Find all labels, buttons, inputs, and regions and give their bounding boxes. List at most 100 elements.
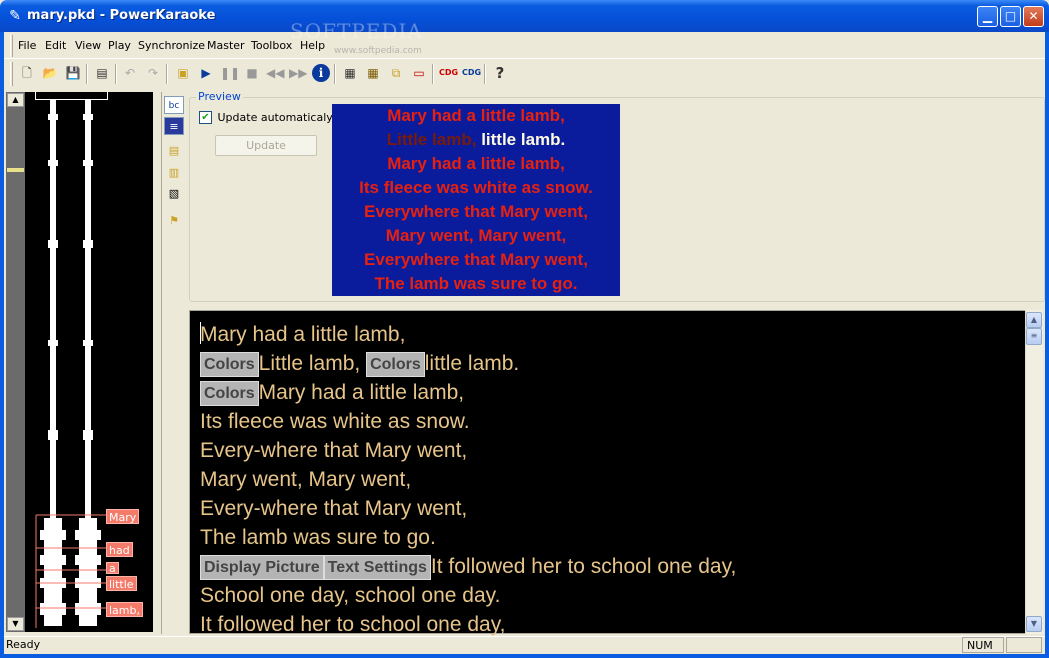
sync-settings-icon[interactable]: ▦ <box>364 64 382 82</box>
lyric-text: The lamb was sure to go. <box>200 526 436 549</box>
lyric-line[interactable]: School one day, school one day. <box>200 581 500 610</box>
fast-forward-icon[interactable]: ▶▶ <box>289 64 307 82</box>
preview-lyric-line: Mary went, Mary went, <box>332 224 620 248</box>
marker-icon[interactable]: ⧉ <box>387 64 405 82</box>
menu-view[interactable]: View <box>75 39 101 52</box>
open-project-icon[interactable]: ▣ <box>174 64 192 82</box>
preview-toggle-icon[interactable]: ≡ <box>164 117 184 135</box>
lyric-text: Every-where that Mary went, <box>200 497 468 520</box>
undo-icon[interactable]: ↶ <box>121 64 139 82</box>
lyric-command-tag[interactable]: Text Settings <box>323 554 431 580</box>
status-text: Ready <box>6 638 41 651</box>
scroll-up-icon[interactable]: ▲ <box>1026 312 1042 328</box>
menu-grip[interactable] <box>10 35 13 57</box>
preview-lyric-segment: The lamb was sure to go. <box>374 274 578 293</box>
print-icon[interactable]: ▤ <box>93 64 111 82</box>
preview-lyric-line: The lamb was sure to go. <box>332 272 620 296</box>
lyric-command-tag[interactable]: Colors <box>200 351 259 377</box>
export-icon[interactable]: ▥ <box>164 164 184 182</box>
lyric-command-tag[interactable]: Colors <box>200 380 259 406</box>
lyric-line[interactable]: The lamb was sure to go. <box>200 523 436 552</box>
pause-icon[interactable]: ❚❚ <box>220 64 240 82</box>
lyric-line[interactable]: Mary went, Mary went, <box>200 465 411 494</box>
preview-lyric-line: Everywhere that Mary went, <box>332 200 620 224</box>
preview-lyric-segment: little lamb. <box>481 130 566 149</box>
window-frame-right <box>1045 32 1049 658</box>
window-frame-left <box>0 32 4 658</box>
menu-master[interactable]: Master <box>207 39 245 52</box>
waveform-word-label[interactable]: Mary <box>106 509 140 524</box>
stop-icon[interactable]: ■ <box>243 64 261 82</box>
paste-icon[interactable]: ▧ <box>164 185 184 203</box>
lyric-text: It followed her to school one day, <box>430 555 737 578</box>
menu-file[interactable]: File <box>18 39 36 52</box>
waveform-word-label[interactable]: a <box>106 562 119 574</box>
scroll-up-icon[interactable]: ▲ <box>7 93 24 107</box>
new-file-icon[interactable]: 🗋 <box>18 64 36 82</box>
record-icon[interactable]: ▭ <box>410 64 428 82</box>
waveform-word-label[interactable]: had <box>106 542 133 557</box>
properties-icon[interactable]: ▦ <box>341 64 359 82</box>
lyric-line[interactable]: Display Picture Text Settings It followed … <box>200 552 736 581</box>
text-format-icon[interactable]: bc <box>164 96 184 114</box>
scroll-thumb[interactable]: ≡ <box>1026 328 1042 345</box>
lyric-command-tag[interactable]: Colors <box>366 351 425 377</box>
waveform-range-marker <box>35 92 108 100</box>
menu-play[interactable]: Play <box>108 39 131 52</box>
maximize-button[interactable]: □ <box>1000 6 1021 27</box>
lyric-text: Mary had a little lamb, <box>258 381 465 404</box>
lyric-text: Every-where that Mary went, <box>200 439 468 462</box>
cdg-export-icon[interactable]: CDG <box>439 64 458 82</box>
lyric-line[interactable]: Its fleece was white as snow. <box>200 407 470 436</box>
lyric-line[interactable]: Colors Little lamb, Colors little lamb. <box>200 349 519 378</box>
lyric-line[interactable]: Every-where that Mary went, <box>200 494 467 523</box>
lyric-text: Little lamb, <box>258 352 367 375</box>
close-button[interactable]: ✕ <box>1023 6 1044 27</box>
lyric-text: little lamb. <box>424 352 520 375</box>
waveform-word-label[interactable]: lamb, <box>106 602 143 617</box>
update-automatically-checkbox[interactable]: ✔ Update automaticaly <box>199 110 333 124</box>
toolbar-separator <box>334 64 336 84</box>
cdg-play-icon[interactable]: CDG <box>462 64 481 82</box>
waveform-graphic <box>35 100 106 628</box>
preview-lyric-line: Mary had a little lamb, <box>332 152 620 176</box>
lyric-line[interactable]: It followed her to school one day, <box>200 610 505 639</box>
toolbar-separator <box>86 64 88 84</box>
preview-lyric-line: Little lamb, little lamb. <box>332 128 620 152</box>
preview-lyric-segment: Mary had a little lamb, <box>387 154 565 173</box>
checkmark-icon[interactable]: ✔ <box>199 110 212 124</box>
lyrics-scrollbar[interactable] <box>1025 310 1043 634</box>
open-folder-icon[interactable]: 📂 <box>41 64 59 82</box>
lyric-line[interactable]: Mary had a little lamb, <box>200 320 405 349</box>
toolbar-separator <box>432 64 434 84</box>
redo-icon[interactable]: ↷ <box>144 64 162 82</box>
scroll-down-icon[interactable]: ▼ <box>7 617 24 631</box>
lyric-line[interactable]: Every-where that Mary went, <box>200 436 467 465</box>
rewind-icon[interactable]: ◀◀ <box>266 64 284 82</box>
waveform-position-thumb[interactable] <box>7 168 24 172</box>
waveform-word-label[interactable]: little <box>106 576 137 591</box>
menu-synchronize[interactable]: Synchronize <box>138 39 205 52</box>
play-icon[interactable]: ▶ <box>197 64 215 82</box>
waveform-scrollbar[interactable] <box>6 92 25 632</box>
lyric-command-tag[interactable]: Display Picture <box>200 554 324 580</box>
menu-edit[interactable]: Edit <box>45 39 66 52</box>
flag-icon[interactable]: ⚑ <box>164 212 184 230</box>
menu-help[interactable]: Help <box>300 39 325 52</box>
menu-toolbox[interactable]: Toolbox <box>251 39 292 52</box>
scroll-down-icon[interactable]: ▼ <box>1026 616 1042 632</box>
help-icon[interactable]: ? <box>491 64 509 82</box>
preview-legend: Preview <box>196 90 243 103</box>
text-cursor <box>200 322 201 344</box>
toolbar-separator <box>484 64 486 84</box>
toolbar-grip[interactable] <box>10 62 13 86</box>
update-button[interactable]: Update <box>215 135 317 156</box>
lyric-line[interactable]: Colors Mary had a little lamb, <box>200 378 464 407</box>
save-icon[interactable]: 💾 <box>64 64 82 82</box>
preview-lyric-segment: Everywhere that Mary went, <box>364 202 588 221</box>
lyric-text: Mary went, Mary went, <box>200 468 412 491</box>
import-icon[interactable]: ▤ <box>164 142 184 160</box>
app-icon[interactable]: ✎ <box>6 7 24 25</box>
minimize-button[interactable]: ▁ <box>977 6 998 27</box>
info-icon[interactable]: i <box>312 64 330 82</box>
